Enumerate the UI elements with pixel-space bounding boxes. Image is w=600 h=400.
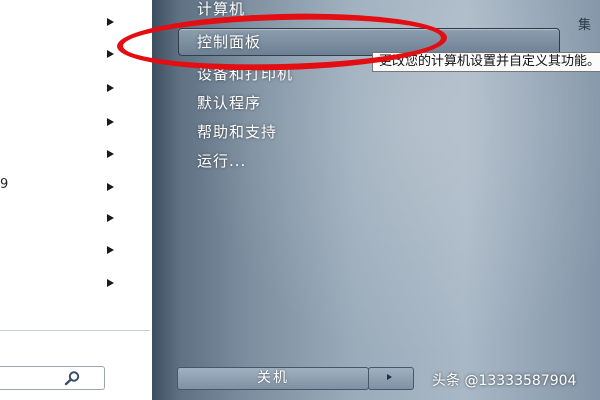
submenu-arrow-icon[interactable] xyxy=(107,50,114,58)
submenu-arrow-icon[interactable] xyxy=(107,150,114,158)
search-icon[interactable] xyxy=(60,370,84,386)
chevron-right-icon xyxy=(387,374,392,380)
submenu-arrow-icon[interactable] xyxy=(107,279,114,287)
program-name-fragment[interactable]: 9 xyxy=(0,177,8,192)
submenu-arrow-icon[interactable] xyxy=(107,118,114,126)
shutdown-button[interactable]: 关机 xyxy=(177,367,369,390)
watermark: 头条 @13333587904 xyxy=(432,373,577,389)
top-text-fragment: 集 xyxy=(578,18,592,33)
divider xyxy=(0,330,150,331)
submenu-arrow-icon[interactable] xyxy=(107,84,114,92)
search-input[interactable] xyxy=(0,366,105,390)
submenu-arrow-icon[interactable] xyxy=(107,246,114,254)
submenu-arrow-icon[interactable] xyxy=(107,214,114,222)
programs-panel: 9 xyxy=(0,0,152,400)
submenu-arrow-icon[interactable] xyxy=(107,18,114,26)
submenu-arrow-icon[interactable] xyxy=(107,183,114,191)
menu-item-default-programs[interactable]: 默认程序 xyxy=(197,92,261,113)
shutdown-options-button[interactable] xyxy=(368,367,414,390)
shutdown-label: 关机 xyxy=(257,370,289,386)
menu-item-run[interactable]: 运行... xyxy=(197,150,246,171)
menu-item-help-support[interactable]: 帮助和支持 xyxy=(197,121,277,142)
